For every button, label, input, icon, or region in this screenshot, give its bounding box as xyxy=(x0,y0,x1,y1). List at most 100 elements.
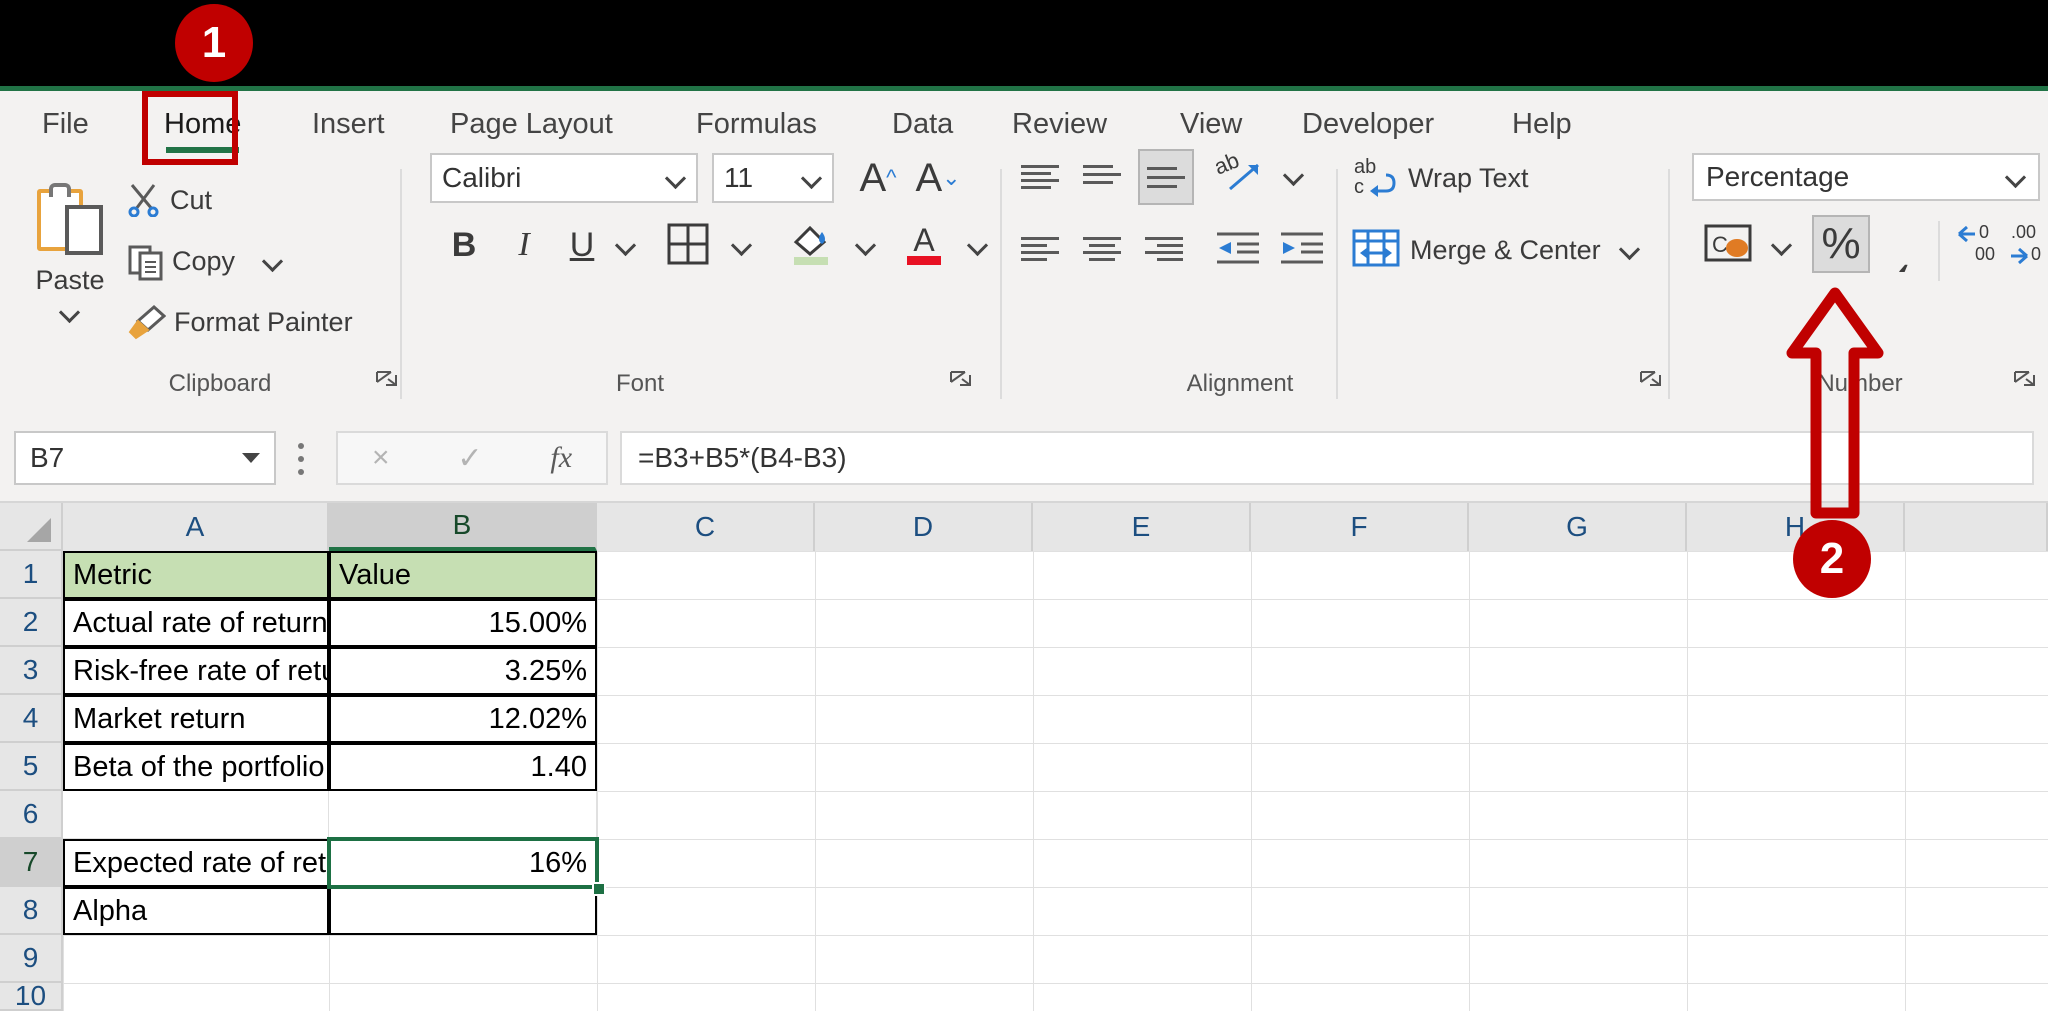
align-left-button[interactable] xyxy=(1014,225,1066,275)
wrap-text-button[interactable]: ab c Wrap Text xyxy=(1352,153,1529,204)
name-box[interactable]: B7 xyxy=(14,431,276,485)
chevron-down-icon[interactable] xyxy=(2006,167,2026,187)
tab-data[interactable]: Data xyxy=(880,101,965,147)
font-color-dropdown[interactable] xyxy=(960,227,996,263)
borders-button[interactable] xyxy=(662,221,714,271)
cell-b5[interactable]: 1.40 xyxy=(329,743,597,791)
fill-color-button[interactable] xyxy=(786,219,838,271)
row-header-9[interactable]: 9 xyxy=(0,935,63,983)
borders-dropdown[interactable] xyxy=(724,227,760,263)
increase-indent-button[interactable] xyxy=(1276,225,1328,275)
row-header-8[interactable]: 8 xyxy=(0,887,63,935)
align-right-button[interactable] xyxy=(1138,225,1190,275)
paste-button[interactable]: Paste xyxy=(22,177,118,377)
comma-style-button[interactable]: ͵ xyxy=(1880,215,1930,273)
cell-a5[interactable]: Beta of the portfolio xyxy=(63,743,329,791)
font-dialog-launcher[interactable] xyxy=(948,369,972,393)
chevron-down-icon[interactable] xyxy=(802,168,822,188)
insert-function-icon[interactable]: fx xyxy=(550,441,572,475)
tab-review[interactable]: Review xyxy=(1000,101,1119,147)
accounting-format-dropdown[interactable] xyxy=(1764,227,1800,263)
column-header-b[interactable]: B xyxy=(329,503,597,551)
tab-view[interactable]: View xyxy=(1168,101,1254,147)
decrease-font-size-button[interactable]: A ⌄ xyxy=(910,151,966,205)
cell-b6[interactable] xyxy=(329,791,597,839)
fill-color-dropdown[interactable] xyxy=(848,227,884,263)
underline-dropdown[interactable] xyxy=(608,227,644,263)
cell-a7[interactable]: Expected rate of return xyxy=(63,839,329,887)
merge-center-button[interactable]: Merge & Center xyxy=(1352,227,1601,274)
font-name-combo[interactable]: Calibri xyxy=(430,153,698,203)
alignment-dialog-launcher[interactable] xyxy=(1638,369,1662,393)
decrease-decimal-button[interactable]: .00 0 xyxy=(2002,219,2048,273)
increase-decimal-button[interactable]: 0 00 xyxy=(1950,219,2002,273)
decrease-indent-button[interactable] xyxy=(1212,225,1264,275)
cell-b7[interactable]: 16% xyxy=(329,839,597,887)
align-center-button[interactable] xyxy=(1076,225,1128,275)
copy-button[interactable]: Copy xyxy=(128,243,283,281)
row-header-4[interactable]: 4 xyxy=(0,695,63,743)
row-header-10[interactable]: 10 xyxy=(0,980,63,1011)
column-header-g[interactable]: G xyxy=(1469,503,1687,551)
chevron-down-icon[interactable] xyxy=(666,168,686,188)
column-header-i[interactable] xyxy=(1905,503,2048,551)
tab-developer[interactable]: Developer xyxy=(1290,101,1446,147)
number-dialog-launcher[interactable] xyxy=(2012,369,2036,393)
row-header-3[interactable]: 3 xyxy=(0,647,63,695)
align-middle-button[interactable] xyxy=(1076,153,1128,203)
italic-button[interactable]: I xyxy=(500,221,548,269)
row-header-6[interactable]: 6 xyxy=(0,791,63,839)
align-bottom-button[interactable] xyxy=(1138,149,1194,205)
clipboard-dialog-launcher[interactable] xyxy=(374,369,398,393)
tab-help[interactable]: Help xyxy=(1500,101,1584,147)
fill-handle[interactable] xyxy=(592,882,606,896)
tab-formulas[interactable]: Formulas xyxy=(684,101,829,147)
merge-center-dropdown[interactable] xyxy=(1612,231,1648,267)
format-painter-button[interactable]: Format Painter xyxy=(128,304,353,340)
underline-button[interactable]: U xyxy=(558,221,606,269)
cell-a4[interactable]: Market return xyxy=(63,695,329,743)
chevron-down-icon[interactable] xyxy=(263,251,283,271)
drag-handle[interactable] xyxy=(298,443,304,475)
cell-b4[interactable]: 12.02% xyxy=(329,695,597,743)
accounting-format-button[interactable]: C xyxy=(1700,219,1756,271)
tab-file[interactable]: File xyxy=(30,101,101,147)
row-header-1[interactable]: 1 xyxy=(0,551,63,599)
font-color-button[interactable]: A xyxy=(898,219,950,271)
cell-b8[interactable] xyxy=(329,887,597,935)
align-top-button[interactable] xyxy=(1014,153,1066,203)
cell-a6[interactable] xyxy=(63,791,329,839)
cell-a8[interactable]: Alpha xyxy=(63,887,329,935)
bold-button[interactable]: B xyxy=(440,221,488,269)
column-header-d[interactable]: D xyxy=(815,503,1033,551)
cell-b2[interactable]: 15.00% xyxy=(329,599,597,647)
row-header-5[interactable]: 5 xyxy=(0,743,63,791)
number-format-combo[interactable]: Percentage xyxy=(1692,153,2040,201)
chevron-down-icon[interactable] xyxy=(242,453,260,463)
cancel-formula-icon[interactable]: × xyxy=(372,441,390,475)
row-header-2[interactable]: 2 xyxy=(0,599,63,647)
percent-style-button[interactable]: % xyxy=(1812,215,1870,273)
row-header-7[interactable]: 7 xyxy=(0,839,63,887)
font-size-combo[interactable]: 11 xyxy=(712,153,834,203)
tab-page-layout[interactable]: Page Layout xyxy=(438,101,625,147)
cell-a3[interactable]: Risk-free rate of return xyxy=(63,647,329,695)
orientation-dropdown[interactable] xyxy=(1276,157,1312,193)
tab-insert[interactable]: Insert xyxy=(300,101,397,147)
orientation-button[interactable]: ab xyxy=(1211,147,1268,205)
increase-font-size-button[interactable]: A ^ xyxy=(850,151,906,205)
cut-button[interactable]: Cut xyxy=(128,183,212,218)
formula-input[interactable]: =B3+B5*(B4-B3) xyxy=(620,431,2034,485)
column-header-f[interactable]: F xyxy=(1251,503,1469,551)
enter-formula-icon[interactable]: ✓ xyxy=(457,441,482,476)
cell-a2[interactable]: Actual rate of return xyxy=(63,599,329,647)
cell-a1[interactable]: Metric xyxy=(63,551,329,599)
chevron-down-icon[interactable] xyxy=(60,302,80,322)
column-header-e[interactable]: E xyxy=(1033,503,1251,551)
column-header-c[interactable]: C xyxy=(597,503,815,551)
cell-b3[interactable]: 3.25% xyxy=(329,647,597,695)
cell-b1[interactable]: Value xyxy=(329,551,597,599)
tab-home[interactable]: Home xyxy=(152,101,253,153)
select-all-corner[interactable] xyxy=(0,503,63,551)
column-header-a[interactable]: A xyxy=(63,503,329,551)
